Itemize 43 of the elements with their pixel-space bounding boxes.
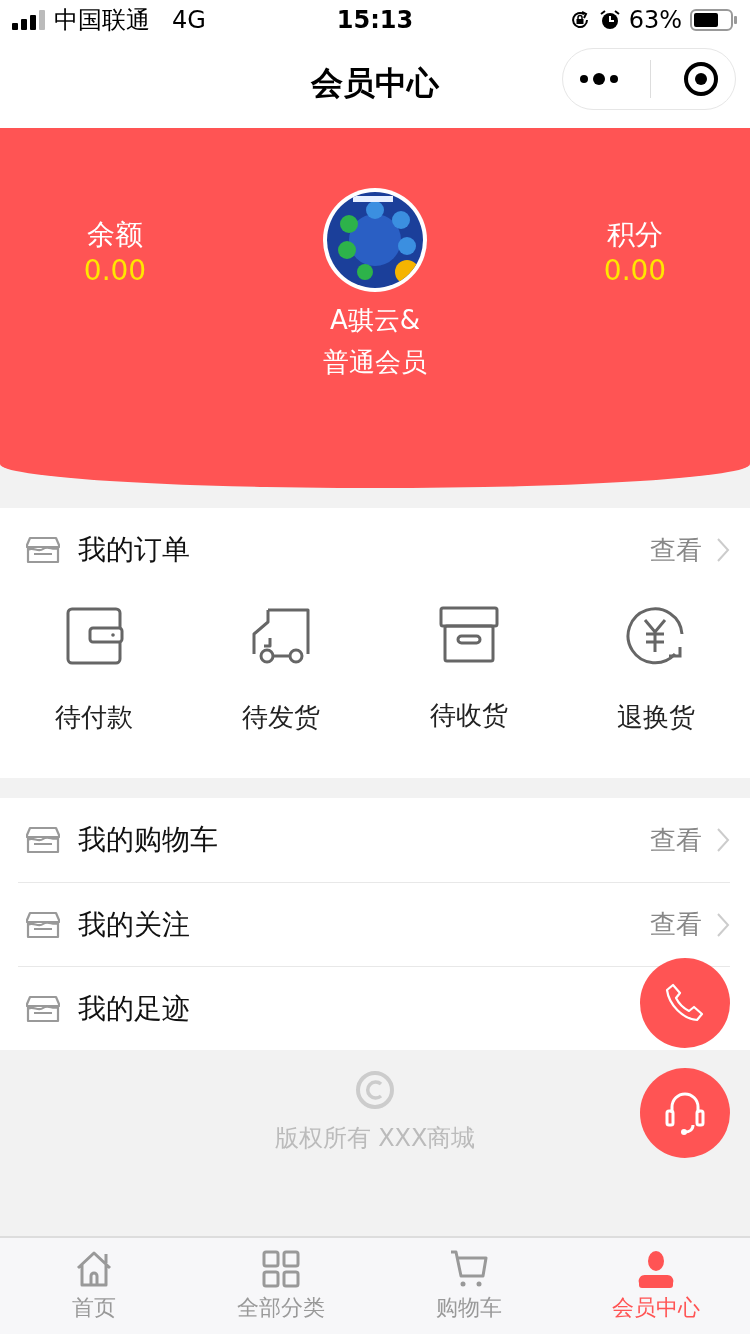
- tab-item[interactable]: 会员中心: [562, 1238, 750, 1334]
- balance-label: 余额: [87, 217, 143, 253]
- shop-icon: [26, 535, 60, 565]
- battery-percent: 63%: [628, 6, 682, 34]
- alarm-icon: [598, 9, 621, 31]
- chevron-icon: [716, 911, 730, 938]
- member-name: A骐云&: [329, 304, 421, 337]
- order-status-item[interactable]: 退换货: [617, 606, 696, 735]
- menu-title: 我的购物车: [78, 822, 218, 858]
- menu-title: 我的足迹: [78, 990, 190, 1027]
- tab-item[interactable]: 首页: [0, 1238, 188, 1334]
- view-link[interactable]: 查看: [650, 907, 730, 942]
- shop-icon: [26, 993, 60, 1024]
- carrier-name: 中国联通: [54, 5, 150, 36]
- truck-icon: [250, 606, 313, 666]
- order-status-item[interactable]: 待发货: [242, 606, 321, 735]
- view-link[interactable]: 查看: [650, 822, 730, 858]
- view-link[interactable]: 查看: [650, 532, 730, 568]
- signal-icon: [12, 10, 46, 30]
- copyright-icon: [355, 1070, 395, 1110]
- chevron-icon: [716, 537, 730, 563]
- points-value: 0.00: [603, 254, 667, 287]
- order-status-item[interactable]: 待付款: [54, 606, 133, 735]
- close-icon[interactable]: [683, 61, 720, 97]
- shop-icon: [26, 909, 60, 940]
- balance-value: 0.00: [83, 254, 147, 287]
- shop-icon: [26, 825, 60, 855]
- section-title: 我的订单: [78, 532, 190, 568]
- menu-title: 我的关注: [78, 906, 190, 943]
- more-icon[interactable]: [578, 72, 619, 86]
- page-title: 会员中心: [311, 63, 439, 104]
- network-type: 4G: [172, 6, 206, 34]
- grid-icon: [261, 1249, 302, 1289]
- tab-item[interactable]: 购物车: [375, 1238, 563, 1334]
- box-icon: [438, 606, 499, 664]
- battery-icon: [690, 9, 738, 31]
- member-level: 普通会员: [323, 346, 427, 379]
- points-label: 积分: [607, 217, 663, 253]
- cart-icon: [448, 1249, 489, 1289]
- order-status-item[interactable]: 待收货: [429, 606, 508, 735]
- tab-item[interactable]: 全部分类: [187, 1238, 375, 1334]
- chevron-icon: [716, 827, 730, 853]
- status-time: 15:13: [336, 6, 414, 34]
